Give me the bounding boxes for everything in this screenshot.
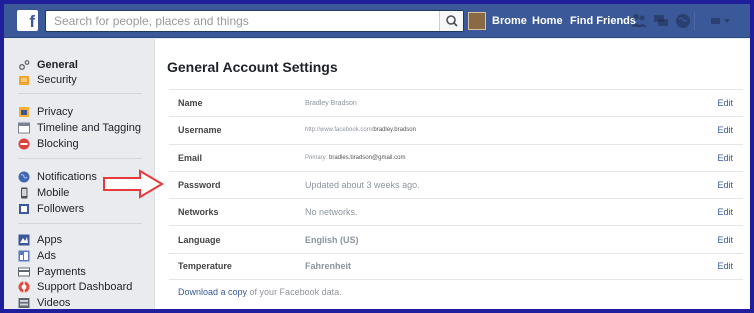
row-value: Fahrenheit: [305, 261, 352, 272]
search-box: [45, 10, 464, 32]
settings-main-panel: General Account Settings Name Bradley Br…: [154, 39, 750, 309]
sidebar-divider: [18, 93, 142, 94]
settings-row-language[interactable]: Language English (US) Edit: [169, 225, 743, 252]
settings-row-email[interactable]: Email Primary: bradles.bradson@gmail.com…: [169, 143, 743, 171]
support-icon: [18, 281, 30, 293]
edit-link[interactable]: Edit: [717, 235, 733, 245]
search-button[interactable]: [439, 11, 463, 31]
row-label: Name: [178, 98, 203, 109]
notifications-globe-icon[interactable]: [674, 12, 692, 30]
edit-link[interactable]: Edit: [717, 125, 733, 135]
sidebar-item-security[interactable]: Security: [18, 72, 77, 87]
gear-icon: [18, 59, 30, 71]
row-value: Bradley Bradson: [305, 99, 357, 107]
settings-row-name[interactable]: Name Bradley Bradson Edit: [169, 89, 743, 116]
settings-row-password[interactable]: Password Updated about 3 weeks ago. Edit: [169, 170, 743, 198]
edit-link[interactable]: Edit: [717, 98, 733, 108]
row-label: Password: [178, 180, 221, 191]
sidebar-item-support-dashboard[interactable]: Support Dashboard: [18, 279, 132, 294]
sidebar-item-timeline-tagging[interactable]: Timeline and Tagging: [18, 120, 141, 135]
row-label: Temperature: [178, 261, 232, 272]
sidebar-item-payments[interactable]: Payments: [18, 264, 86, 279]
find-friends-link[interactable]: Find Friends: [570, 4, 636, 38]
edit-link[interactable]: Edit: [717, 153, 733, 163]
row-label: Language: [178, 234, 221, 245]
apps-icon: [18, 234, 30, 246]
sidebar-item-notifications[interactable]: Notifications: [18, 169, 97, 184]
mobile-icon: [18, 187, 30, 199]
page-title: General Account Settings: [167, 59, 338, 75]
red-arrow-icon: [103, 169, 164, 199]
top-navigation-bar: f Brome Home Find Friends: [4, 4, 750, 38]
row-label: Username: [178, 125, 222, 136]
messages-icon[interactable]: [652, 12, 670, 30]
edit-link[interactable]: Edit: [717, 207, 733, 217]
home-link[interactable]: Home: [532, 4, 563, 38]
settings-row-networks[interactable]: Networks No networks. Edit: [169, 198, 743, 225]
timeline-icon: [18, 122, 30, 134]
search-icon: [446, 15, 458, 27]
profile-avatar[interactable]: [468, 12, 486, 30]
row-label: Email: [178, 152, 203, 163]
sidebar-item-privacy[interactable]: Privacy: [18, 104, 73, 119]
search-input[interactable]: [46, 11, 436, 31]
lock-icon: [18, 106, 30, 118]
sidebar-item-apps[interactable]: Apps: [18, 232, 62, 247]
settings-row-username[interactable]: Username http://www.facebook.com/bradley…: [169, 116, 743, 143]
sidebar-divider: [18, 158, 142, 159]
sidebar-item-mobile[interactable]: Mobile: [18, 185, 69, 200]
sidebar-item-followers[interactable]: Followers: [18, 201, 84, 216]
sidebar-divider: [18, 223, 142, 224]
nav-divider: [694, 12, 695, 30]
row-value: Updated about 3 weeks ago.: [305, 180, 420, 191]
payments-icon: [18, 266, 30, 278]
facebook-logo-icon[interactable]: f: [17, 10, 38, 31]
row-value: http://www.facebook.com/bradley.bradson: [305, 127, 416, 134]
profile-link[interactable]: Brome: [492, 4, 527, 38]
download-data-text: Download a copy of your Facebook data.: [178, 287, 342, 297]
browser-frame: f Brome Home Find Friends: [4, 4, 750, 309]
blocking-icon: [18, 138, 30, 150]
videos-icon: [18, 297, 30, 309]
row-value: No networks.: [305, 207, 358, 218]
friend-requests-icon[interactable]: [630, 12, 648, 30]
settings-menu-icon[interactable]: [708, 12, 734, 30]
sidebar-item-videos[interactable]: Videos: [18, 295, 70, 309]
globe-icon: [18, 171, 30, 183]
edit-link[interactable]: Edit: [717, 261, 733, 271]
row-value: Primary: bradles.bradson@gmail.com: [305, 154, 406, 161]
settings-row-temperature[interactable]: Temperature Fahrenheit Edit: [169, 252, 743, 281]
sidebar-item-blocking[interactable]: Blocking: [18, 136, 79, 151]
row-value: English (US): [305, 234, 359, 245]
sidebar-item-general[interactable]: General: [18, 57, 78, 72]
settings-table: Name Bradley Bradson Edit Username http:…: [169, 89, 743, 281]
sidebar-item-ads[interactable]: Ads: [18, 248, 56, 263]
shield-icon: [18, 74, 30, 86]
followers-icon: [18, 203, 30, 215]
download-copy-link[interactable]: Download a copy: [178, 287, 247, 297]
edit-link[interactable]: Edit: [717, 180, 733, 190]
row-label: Networks: [178, 207, 219, 218]
ads-icon: [18, 250, 30, 262]
